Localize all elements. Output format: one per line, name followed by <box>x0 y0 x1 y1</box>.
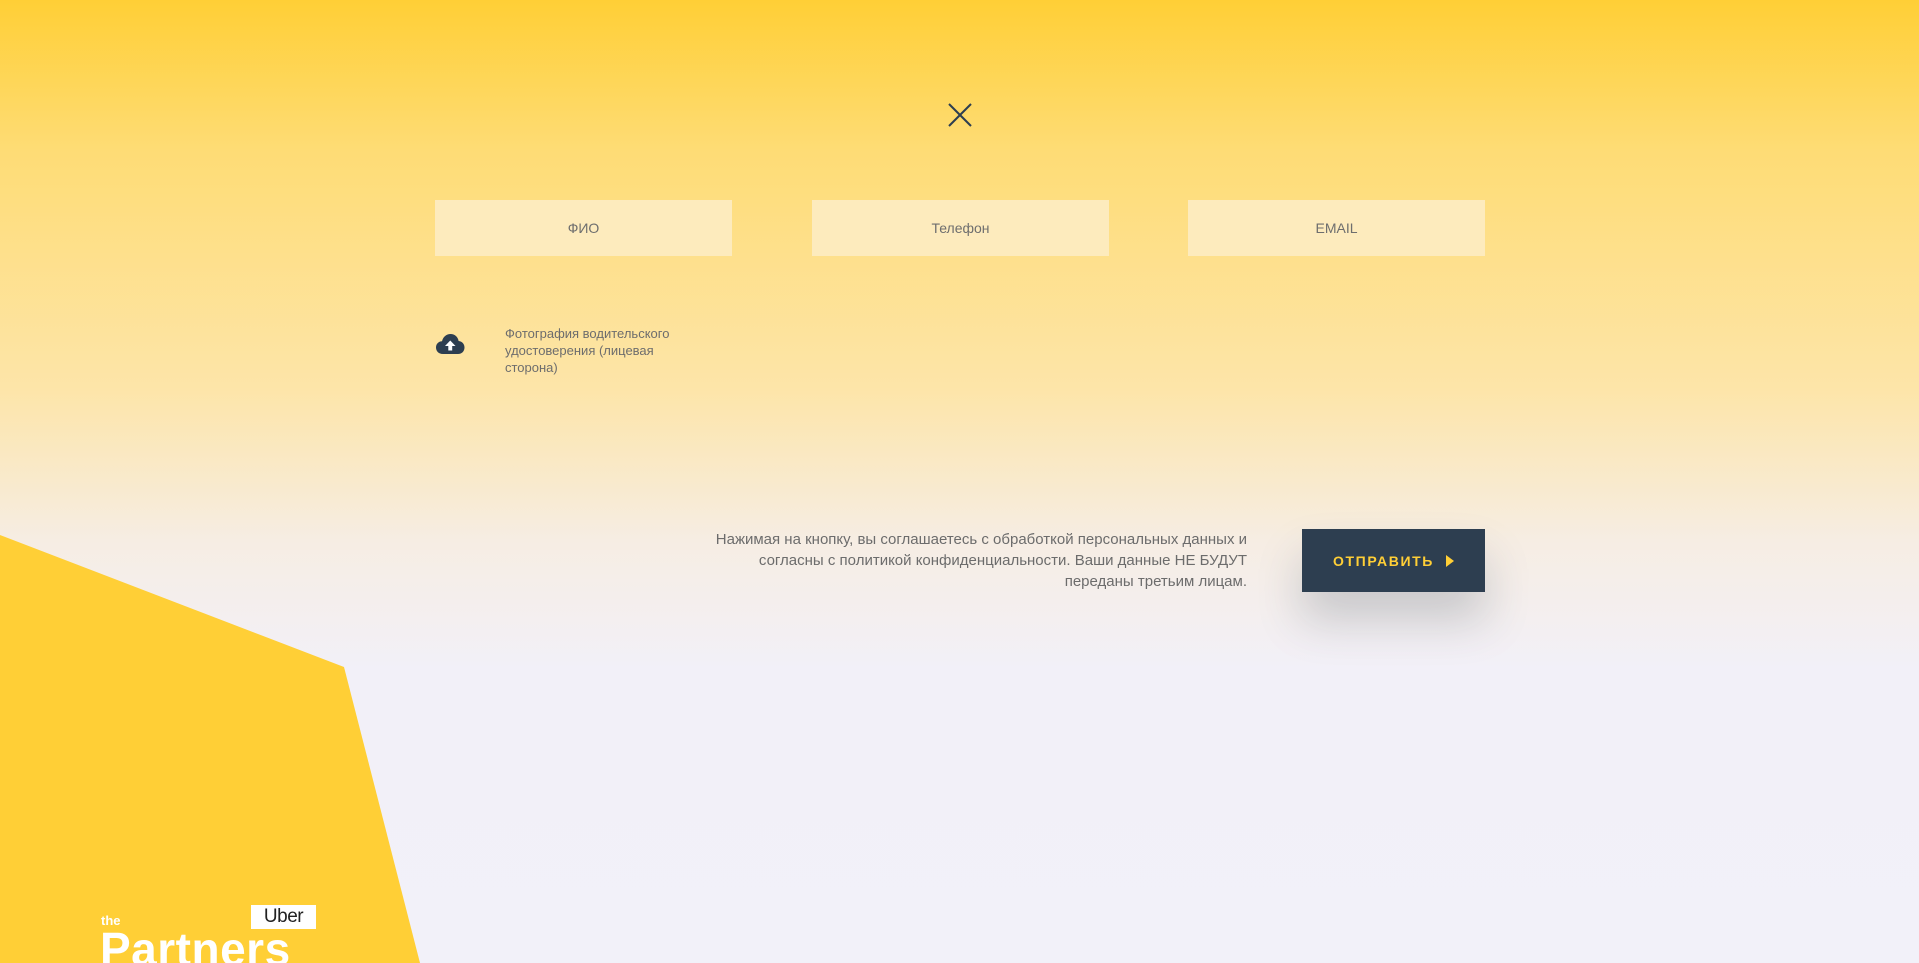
modal-page: Фотография водительского удостоверения (… <box>0 0 1919 963</box>
consent-text: Нажимая на кнопку, вы соглашаетесь с обр… <box>715 531 1247 590</box>
logo-partners-text: Partners <box>100 923 291 963</box>
phone-field[interactable] <box>812 200 1109 256</box>
submit-button[interactable]: ОТПРАВИТЬ <box>1302 529 1485 592</box>
close-button[interactable] <box>945 100 975 130</box>
full-name-field[interactable] <box>435 200 732 256</box>
uber-partners-logo: the Uber Partners <box>100 905 320 963</box>
play-arrow-icon <box>1445 554 1454 567</box>
email-field[interactable] <box>1188 200 1485 256</box>
upload-label: Фотография водительского удостоверения (… <box>505 326 670 375</box>
cloud-upload-icon <box>435 330 465 360</box>
license-photo-upload[interactable]: Фотография водительского удостоверения (… <box>435 325 735 380</box>
close-icon <box>948 103 972 127</box>
submit-label: ОТПРАВИТЬ <box>1333 552 1434 569</box>
decorative-yellow-shape <box>0 535 420 963</box>
